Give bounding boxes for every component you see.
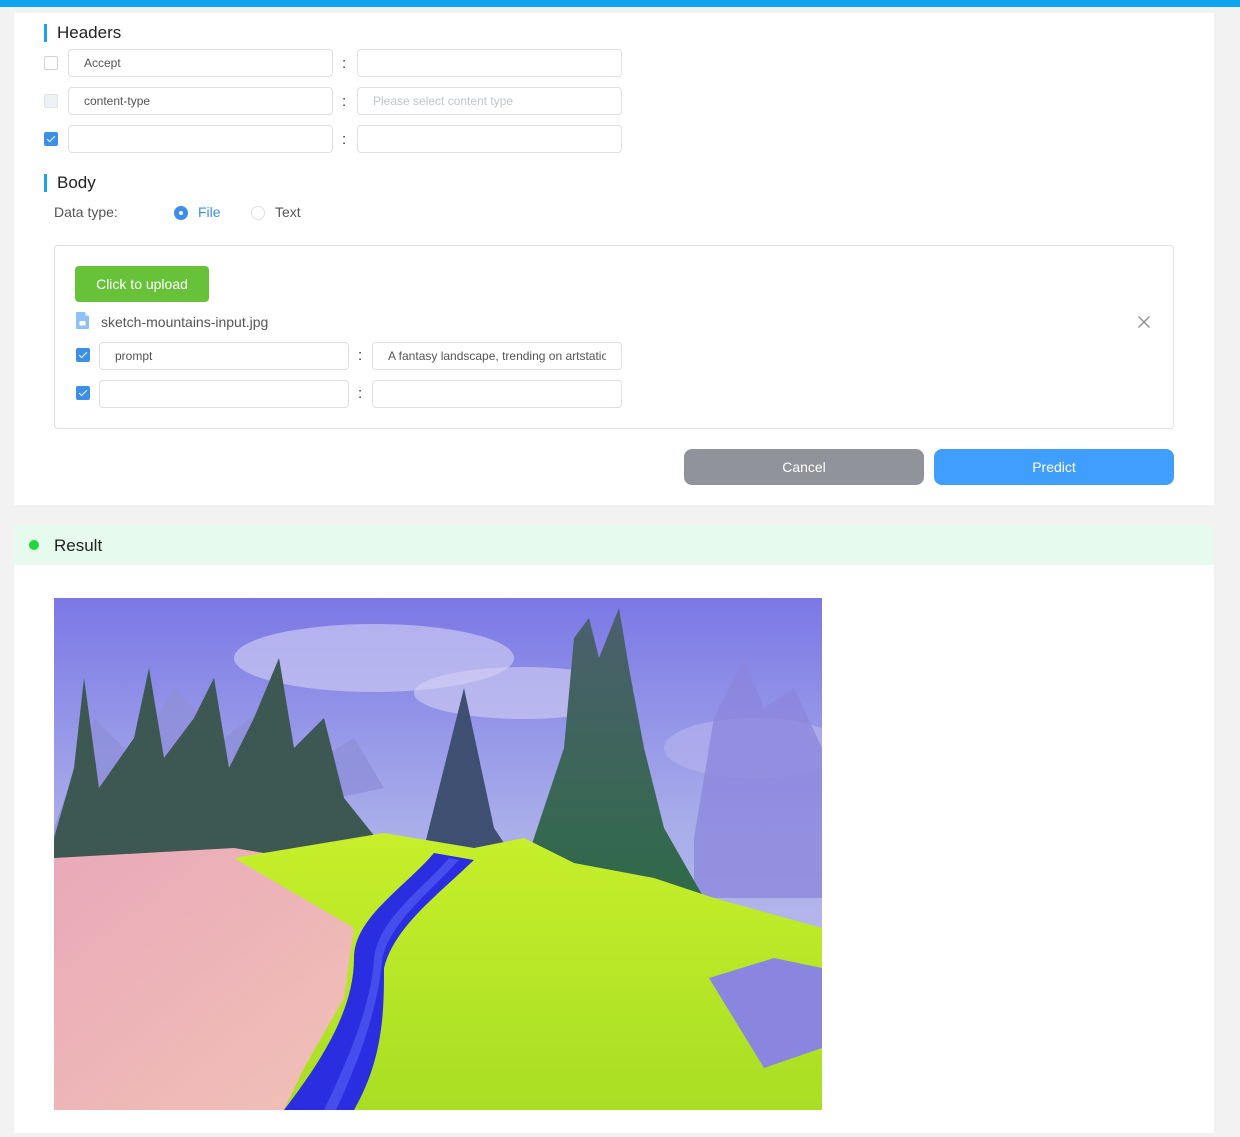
header-row-1-value-input[interactable] (357, 49, 622, 77)
header-row-2-key-input[interactable] (68, 87, 333, 115)
predict-button[interactable]: Predict (934, 449, 1174, 485)
data-type-text-label[interactable]: Text (275, 204, 301, 220)
cancel-button[interactable]: Cancel (684, 449, 924, 485)
param-row-2-value-input[interactable] (372, 380, 622, 408)
content-type-select[interactable] (357, 87, 622, 115)
result-header: Result (14, 525, 1214, 565)
top-accent-bar (0, 0, 1240, 7)
request-panel: Headers : : : Body Data type: File Text … (14, 13, 1214, 505)
upload-button[interactable]: Click to upload (75, 266, 209, 302)
header-row-2-separator: : (342, 93, 347, 110)
result-panel (14, 565, 1214, 1133)
data-type-file-radio[interactable] (174, 206, 188, 220)
param-row-2-separator: : (358, 385, 363, 402)
data-type-file-label[interactable]: File (198, 204, 221, 220)
header-row-1-key-input[interactable] (68, 49, 333, 77)
param-row-1-separator: : (358, 347, 363, 364)
status-dot (29, 540, 39, 550)
param-row-1-checkbox[interactable] (76, 348, 90, 362)
header-row-1-separator: : (342, 55, 347, 72)
image-file-icon (76, 312, 89, 329)
header-row-3-value-input[interactable] (357, 125, 622, 153)
header-row-2-checkbox[interactable] (44, 94, 58, 108)
param-row-1-key-input[interactable] (99, 342, 349, 370)
param-row-1-value-input[interactable] (372, 342, 622, 370)
param-row-2-checkbox[interactable] (76, 386, 90, 400)
param-row-2-key-input[interactable] (99, 380, 349, 408)
headers-section-title: Headers (44, 24, 121, 42)
close-icon[interactable] (1137, 315, 1151, 329)
data-type-text-radio[interactable] (251, 206, 265, 220)
header-row-3-checkbox[interactable] (44, 132, 58, 146)
header-row-1-checkbox[interactable] (44, 56, 58, 70)
body-upload-box: Click to upload sketch-mountains-input.j… (54, 245, 1174, 429)
header-row-3-separator: : (342, 131, 347, 148)
body-section-title: Body (44, 174, 96, 192)
result-image (54, 598, 822, 1110)
header-row-3-key-input[interactable] (68, 125, 333, 153)
result-title: Result (54, 536, 103, 555)
uploaded-file-name[interactable]: sketch-mountains-input.jpg (101, 314, 268, 330)
data-type-label: Data type: (54, 204, 118, 220)
